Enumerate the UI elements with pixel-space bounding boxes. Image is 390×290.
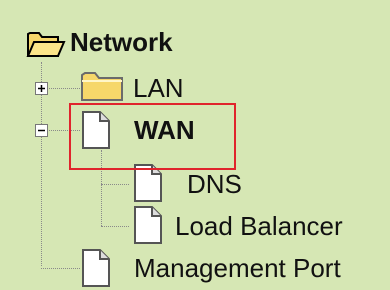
tree-item-label-dns: DNS <box>187 169 242 199</box>
folder-icon <box>81 72 123 101</box>
document-icon <box>82 111 110 149</box>
plus-icon <box>38 85 45 92</box>
document-icon <box>134 164 162 202</box>
tree-root-label: Network <box>70 27 173 57</box>
collapse-toggle-wan[interactable] <box>35 124 48 137</box>
open-folder-icon <box>26 32 66 57</box>
expand-toggle-lan[interactable] <box>35 82 48 95</box>
tree-connector-mgmt <box>41 268 80 269</box>
minus-icon <box>38 129 45 132</box>
tree-connector-wan <box>47 130 80 131</box>
tree-connector-wan-children <box>101 150 102 226</box>
tree-connector-lan <box>47 88 80 89</box>
document-icon <box>82 249 110 287</box>
tree-item-label-wan: WAN <box>134 115 195 145</box>
tree-item-label-lan: LAN <box>133 73 184 103</box>
tree-item-label-load-balancer: Load Balancer <box>175 211 343 241</box>
tree-connector-loadbalancer <box>101 226 129 227</box>
tree-connector-dns <box>101 184 129 185</box>
tree-item-label-management-port: Management Port <box>134 253 341 283</box>
document-icon <box>134 206 162 244</box>
